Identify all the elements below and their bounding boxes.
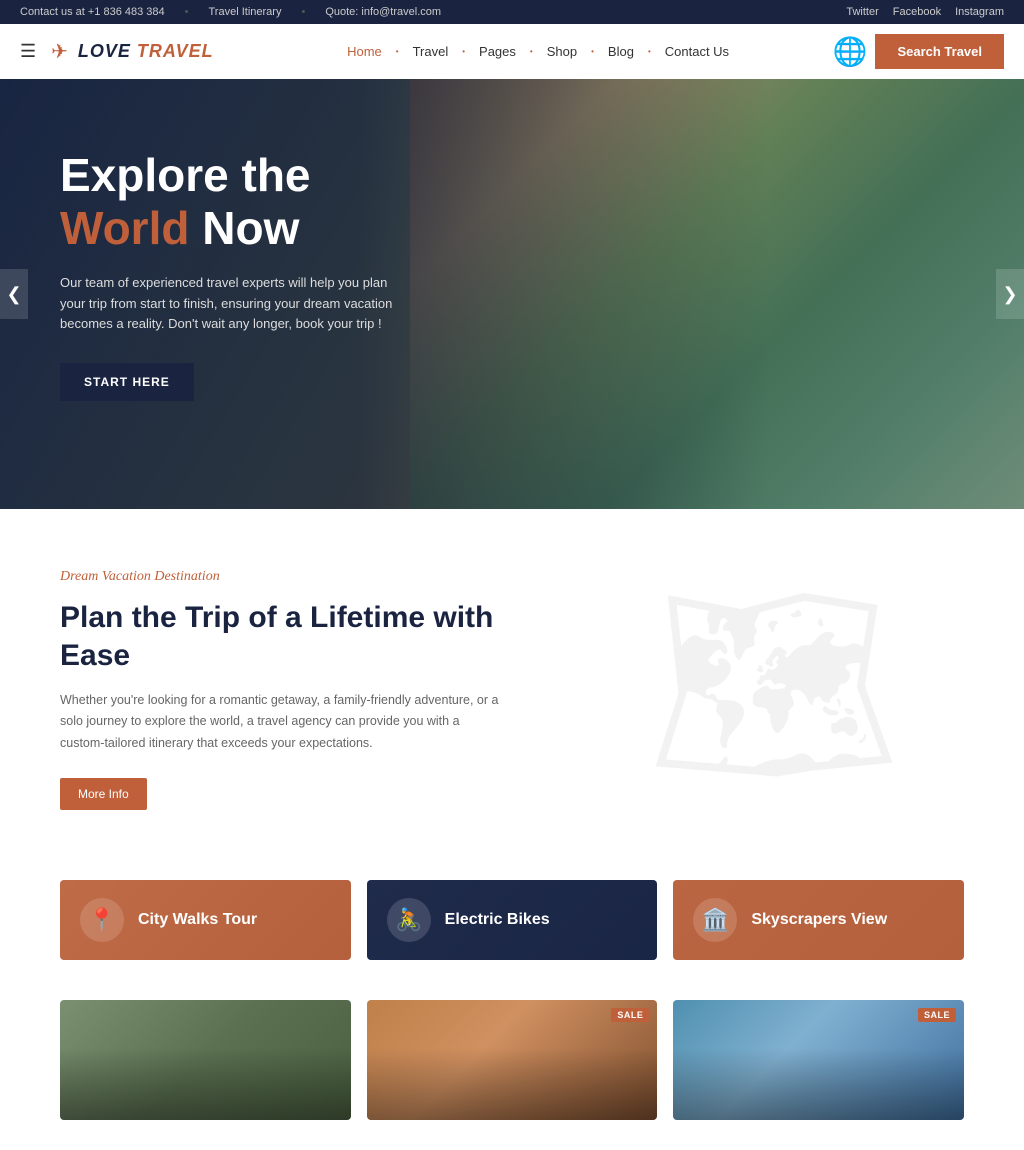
contact-info: Contact us at +1 836 483 384	[20, 6, 165, 18]
world-map-decoration: 🗺	[524, 509, 1024, 850]
travel-itinerary-link[interactable]: Travel Itinerary	[209, 6, 282, 18]
nav-travel[interactable]: Travel	[405, 38, 457, 65]
hero-content: Explore the World Now Our team of experi…	[0, 79, 480, 471]
skyscrapers-icon: 🏛️	[693, 898, 737, 942]
hero-description: Our team of experienced travel experts w…	[60, 273, 400, 335]
dream-title: Plan the Trip of a Lifetime with Ease	[60, 599, 500, 674]
tour-card-skyscrapers[interactable]: 🏛️ Skyscrapers View	[673, 880, 964, 960]
nav-shop[interactable]: Shop	[539, 38, 585, 65]
nav-home[interactable]: Home	[339, 38, 390, 65]
dream-section: 🗺 Dream Vacation Destination Plan the Tr…	[0, 509, 1024, 850]
tour-cards-section: 📍 City Walks Tour 🚴 Electric Bikes 🏛️ Sk…	[0, 850, 1024, 1000]
site-header: ☰ ✈ Love Travel Home • Travel • Pages • …	[0, 24, 1024, 79]
electric-bikes-label: Electric Bikes	[445, 911, 550, 929]
hero-title-line2: Now	[202, 202, 299, 254]
hero-next-button[interactable]: ❯	[996, 269, 1024, 319]
logo-icon: ✈	[51, 39, 68, 64]
quote-info: Quote: info@travel.com	[325, 6, 441, 18]
top-bar-right: Twitter Facebook Instagram	[846, 6, 1004, 18]
tour-card-city-walks[interactable]: 📍 City Walks Tour	[60, 880, 351, 960]
city-walks-label: City Walks Tour	[138, 911, 257, 929]
gallery-section: SALE SALE	[0, 1000, 1024, 1150]
main-nav: Home • Travel • Pages • Shop • Blog • Co…	[244, 38, 833, 65]
electric-bikes-icon: 🚴	[387, 898, 431, 942]
top-bar: Contact us at +1 836 483 384 • Travel It…	[0, 0, 1024, 24]
nav-contact[interactable]: Contact Us	[657, 38, 737, 65]
gallery-card-1[interactable]	[60, 1000, 351, 1120]
hero-title-line1: Explore the	[60, 149, 311, 201]
gallery-card-3[interactable]: SALE	[673, 1000, 964, 1120]
nav-blog[interactable]: Blog	[600, 38, 642, 65]
search-travel-button[interactable]: Search Travel	[875, 34, 1004, 69]
twitter-link[interactable]: Twitter	[846, 6, 878, 18]
sale-badge-2: SALE	[918, 1008, 956, 1022]
more-info-button[interactable]: More Info	[60, 778, 147, 810]
facebook-link[interactable]: Facebook	[893, 6, 941, 18]
hero-title-accent: World	[60, 202, 189, 254]
logo-text: Love Travel	[78, 41, 214, 62]
gallery-card-2[interactable]: SALE	[367, 1000, 658, 1120]
header-logo-area: ☰ ✈ Love Travel	[20, 39, 214, 64]
hamburger-icon[interactable]: ☰	[20, 41, 36, 62]
globe-icon: 🌐	[833, 35, 868, 68]
dream-description: Whether you're looking for a romantic ge…	[60, 690, 500, 754]
top-bar-left: Contact us at +1 836 483 384 • Travel It…	[20, 6, 441, 18]
skyscrapers-label: Skyscrapers View	[751, 911, 887, 929]
city-walks-icon: 📍	[80, 898, 124, 942]
hero-cta-button[interactable]: START HERE	[60, 363, 194, 401]
nav-pages[interactable]: Pages	[471, 38, 524, 65]
instagram-link[interactable]: Instagram	[955, 6, 1004, 18]
tour-card-electric-bikes[interactable]: 🚴 Electric Bikes	[367, 880, 658, 960]
sale-badge-1: SALE	[611, 1008, 649, 1022]
hero-section: ❮ Explore the World Now Our team of expe…	[0, 79, 1024, 509]
hero-title: Explore the World Now	[60, 149, 420, 255]
hero-prev-button[interactable]: ❮	[0, 269, 28, 319]
